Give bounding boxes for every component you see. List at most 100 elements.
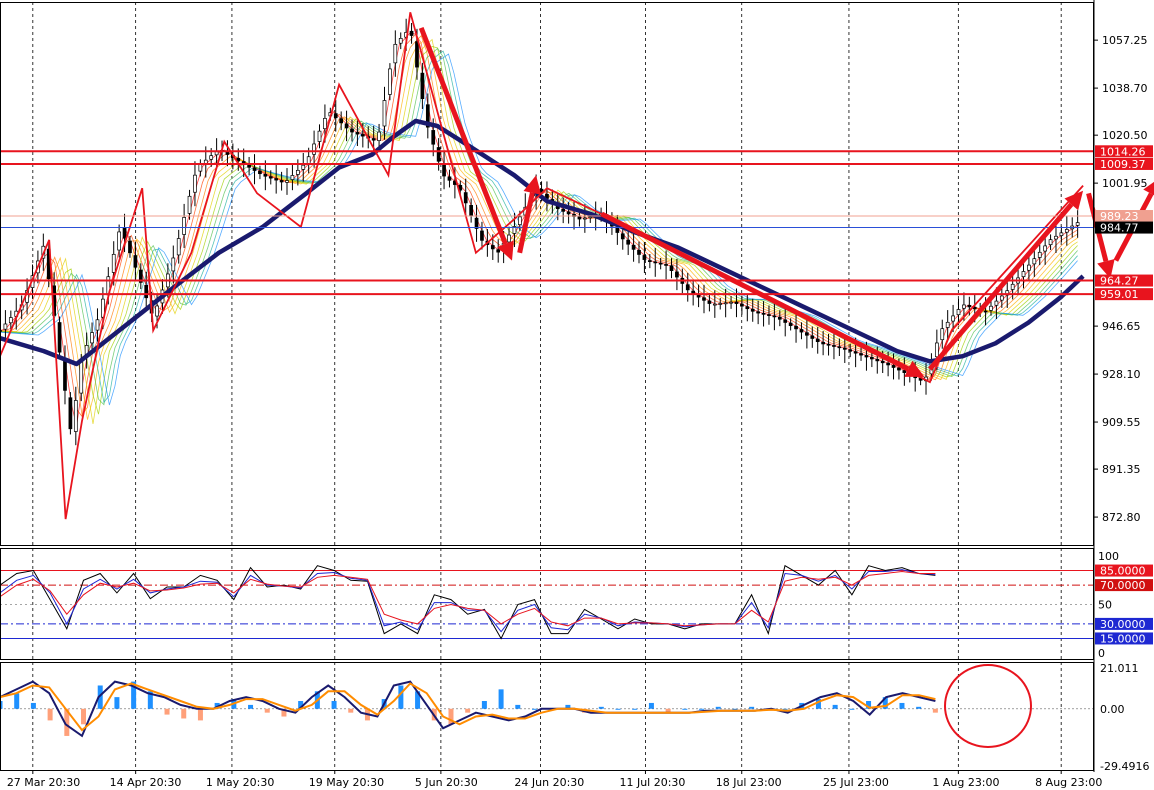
candle-body bbox=[333, 113, 338, 119]
candle-body bbox=[826, 343, 831, 346]
macd-histogram-bar bbox=[615, 708, 621, 710]
candle-body bbox=[73, 400, 78, 432]
y-tick-label: 1038.70 bbox=[1102, 82, 1148, 95]
candle-body bbox=[723, 302, 728, 305]
candle-body bbox=[463, 192, 468, 204]
candle-body bbox=[344, 123, 349, 129]
candle-body bbox=[777, 316, 782, 320]
macd-histogram-bar bbox=[348, 708, 354, 713]
candle-body bbox=[837, 346, 842, 349]
candle-body bbox=[1010, 283, 1015, 290]
candle-body bbox=[1021, 271, 1026, 278]
candle-body bbox=[268, 176, 273, 179]
candle-body bbox=[983, 310, 988, 313]
macd-histogram-bar bbox=[515, 704, 521, 709]
candle-body bbox=[420, 72, 425, 100]
macd-histogram-bar bbox=[398, 685, 404, 709]
candle-body bbox=[469, 205, 473, 217]
stochastic-level-label: 15.0000 bbox=[1100, 632, 1146, 645]
stochastic-tick-label: 0 bbox=[1098, 647, 1105, 660]
candle-body bbox=[360, 134, 365, 137]
candle-body bbox=[875, 358, 880, 362]
macd-histogram-bar bbox=[14, 693, 20, 709]
x-tick-label: 18 Jul 23:00 bbox=[716, 776, 782, 789]
candle-body bbox=[323, 118, 327, 130]
macd-histogram-bar bbox=[481, 701, 487, 709]
candle-body bbox=[1048, 239, 1053, 246]
candle-body bbox=[783, 319, 788, 323]
candle-body bbox=[398, 38, 403, 44]
candle-body bbox=[583, 217, 587, 220]
candle-body bbox=[1032, 258, 1037, 265]
candle-body bbox=[518, 216, 522, 225]
x-tick-label: 27 Mar 20:30 bbox=[7, 776, 80, 789]
candle-body bbox=[940, 328, 945, 341]
candle-body bbox=[490, 245, 495, 250]
x-tick-label: 8 Aug 23:00 bbox=[1035, 776, 1102, 789]
candle-body bbox=[312, 143, 316, 155]
candle-body bbox=[664, 264, 668, 266]
candle-body bbox=[90, 332, 94, 344]
candle-body bbox=[409, 30, 414, 36]
candle-body bbox=[63, 358, 67, 391]
y-tick-label: 1001.95 bbox=[1102, 177, 1148, 190]
candle-body bbox=[1043, 245, 1048, 252]
macd-histogram-bar bbox=[715, 706, 721, 709]
candle-body bbox=[442, 164, 446, 177]
candle-body bbox=[788, 322, 793, 327]
macd-histogram-bar bbox=[331, 701, 337, 709]
candle-body bbox=[702, 297, 706, 301]
price-level-label: 984.77 bbox=[1100, 222, 1139, 235]
candle-body bbox=[128, 240, 132, 254]
candle-body bbox=[274, 178, 279, 181]
candle-body bbox=[144, 284, 149, 299]
candle-body bbox=[745, 306, 750, 310]
candle-body bbox=[637, 249, 641, 255]
candle-body bbox=[111, 253, 116, 273]
candle-body bbox=[209, 155, 214, 160]
candle-body bbox=[707, 300, 712, 304]
candle-body bbox=[350, 128, 354, 133]
candle-body bbox=[393, 43, 398, 64]
price-level-label: 1009.37 bbox=[1100, 158, 1146, 171]
candle-body bbox=[967, 304, 972, 308]
chart-root: 1014.261009.37989.23984.77964.27959.0110… bbox=[0, 0, 1154, 790]
candle-body bbox=[734, 301, 739, 304]
macd-histogram-bar bbox=[899, 702, 905, 709]
macd-histogram-bar bbox=[81, 708, 87, 725]
x-tick-label: 19 May 20:30 bbox=[309, 776, 384, 789]
macd-histogram-bar bbox=[648, 702, 654, 709]
candle-body bbox=[853, 351, 858, 354]
macd-histogram-bar bbox=[264, 708, 270, 713]
candle-body bbox=[832, 345, 836, 347]
candle-body bbox=[799, 329, 804, 333]
candle-body bbox=[1037, 251, 1042, 258]
candle-body bbox=[187, 195, 192, 214]
candle-body bbox=[842, 347, 847, 350]
candle-body bbox=[945, 321, 950, 328]
candle-body bbox=[122, 227, 127, 239]
candle-body bbox=[729, 301, 733, 304]
candle-body bbox=[3, 323, 8, 330]
candle-body bbox=[8, 317, 13, 324]
candle-body bbox=[934, 342, 939, 358]
macd-histogram-bar bbox=[749, 706, 755, 709]
candle-body bbox=[712, 303, 717, 306]
price-level-label: 1014.26 bbox=[1100, 145, 1146, 158]
candle-body bbox=[891, 365, 896, 368]
candle-body bbox=[626, 239, 631, 245]
candle-body bbox=[740, 303, 744, 307]
candle-body bbox=[198, 164, 203, 172]
y-tick-label: 872.80 bbox=[1102, 511, 1141, 524]
candle-body bbox=[615, 226, 620, 233]
candle-body bbox=[95, 319, 100, 331]
y-tick-label: 909.55 bbox=[1102, 416, 1141, 429]
macd-histogram-bar bbox=[47, 708, 53, 721]
candle-body bbox=[642, 255, 647, 260]
candle-body bbox=[431, 130, 436, 145]
candle-body bbox=[675, 271, 679, 278]
candle-body bbox=[620, 233, 625, 240]
candle-body bbox=[880, 360, 885, 364]
candle-body bbox=[301, 164, 306, 170]
candle-body bbox=[588, 216, 593, 219]
